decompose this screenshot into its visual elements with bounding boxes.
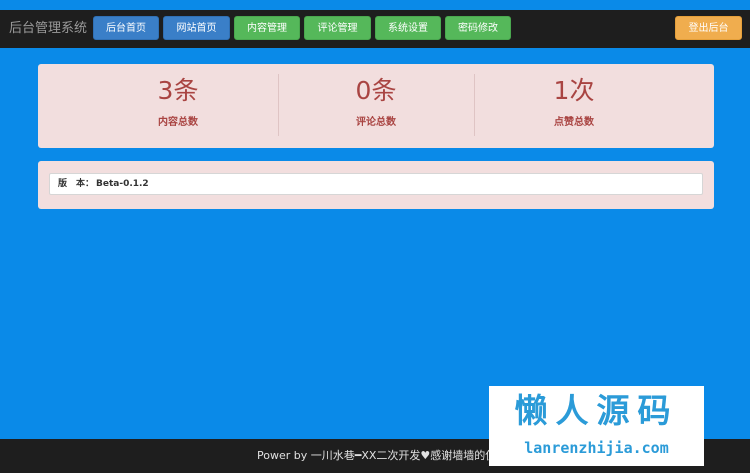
stat-label: 评论总数 bbox=[356, 117, 396, 128]
nav-site-home-button[interactable]: 网站首页 bbox=[163, 16, 230, 40]
stat-label: 内容总数 bbox=[158, 117, 198, 128]
nav-comment-manage-button[interactable]: 评论管理 bbox=[304, 16, 371, 40]
info-panel: 版 本： Beta-0.1.2 bbox=[38, 161, 714, 209]
brand-title: 后台管理系统 bbox=[9, 21, 88, 36]
stat-content-count: 3条 内容总数 bbox=[78, 64, 278, 148]
version-label: 版 本： bbox=[58, 179, 95, 189]
stat-label: 点赞总数 bbox=[554, 117, 594, 128]
stat-value: 0条 bbox=[355, 76, 397, 105]
nav-content-manage-button[interactable]: 内容管理 bbox=[234, 16, 300, 40]
nav-password-change-button[interactable]: 密码修改 bbox=[445, 16, 511, 40]
logout-button[interactable]: 登出后台 bbox=[675, 16, 742, 40]
watermark-title: 懒人源码 bbox=[514, 391, 679, 430]
stat-like-count: 1次 点赞总数 bbox=[474, 64, 674, 148]
stat-comment-count: 0条 评论总数 bbox=[278, 64, 474, 148]
stat-value: 1次 bbox=[553, 76, 595, 105]
watermark-url: lanrenzhijia.com bbox=[524, 439, 669, 457]
watermark-logo: 懒人源码 lanrenzhijia.com bbox=[489, 386, 704, 466]
top-navbar: 后台管理系统 后台首页 网站首页 内容管理 评论管理 系统设置 密码修改 登出后… bbox=[0, 10, 750, 48]
footer-text: Power by 一川水巷━XX二次开发♥感谢墙墙的使用 bbox=[257, 449, 508, 462]
stats-panel: 3条 内容总数 0条 评论总数 1次 点赞总数 bbox=[38, 64, 714, 148]
version-row: 版 本： Beta-0.1.2 bbox=[49, 173, 703, 195]
version-value: Beta-0.1.2 bbox=[96, 179, 149, 189]
nav-admin-home-button[interactable]: 后台首页 bbox=[93, 16, 159, 40]
nav-system-settings-button[interactable]: 系统设置 bbox=[375, 16, 441, 40]
stat-value: 3条 bbox=[157, 76, 199, 105]
